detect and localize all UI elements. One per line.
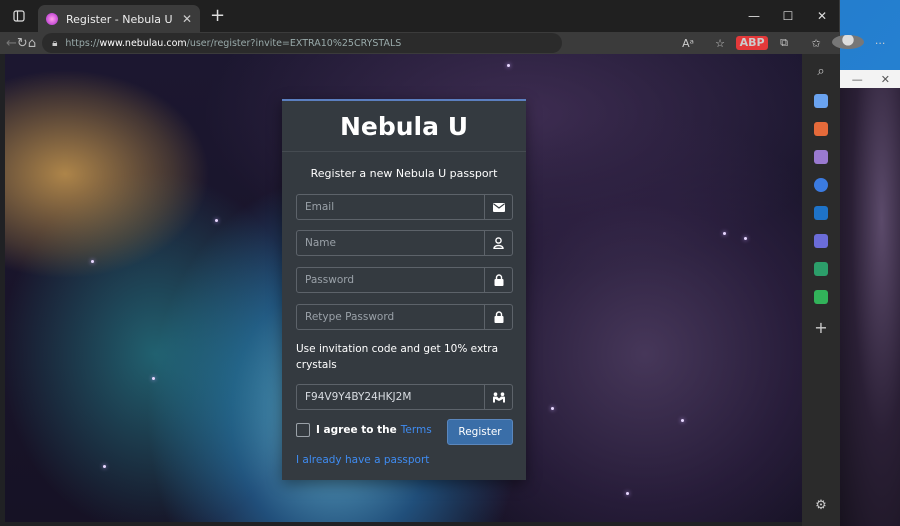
register-subtitle: Register a new Nebula U passport xyxy=(310,167,498,180)
agree-checkbox[interactable] xyxy=(296,423,310,437)
star-decoration xyxy=(723,232,726,235)
star-decoration xyxy=(103,465,106,468)
invite-description: Use invitation code and get 10% extra cr… xyxy=(296,343,499,371)
name-field xyxy=(296,230,513,256)
editor-icon[interactable] xyxy=(814,234,828,248)
read-aloud-icon[interactable]: A͏ᵃ xyxy=(672,37,704,50)
address-bar[interactable]: 🔒︎ https://www.nebulau.com/user/register… xyxy=(42,33,563,53)
agree-label: I agree to the xyxy=(316,424,397,436)
star-decoration xyxy=(551,407,554,410)
background-window-titlebar[interactable]: — ✕ xyxy=(839,70,900,88)
shopping-tag-icon[interactable] xyxy=(814,94,828,108)
retype-password-field xyxy=(296,304,513,330)
nebula-favicon-icon xyxy=(46,13,58,25)
lock-icon xyxy=(484,268,512,292)
add-sidebar-item-icon[interactable]: + xyxy=(802,318,840,337)
handshake-icon xyxy=(484,385,512,409)
back-icon[interactable]: ← xyxy=(6,36,17,51)
close-icon[interactable]: ✕ xyxy=(881,73,890,86)
star-decoration xyxy=(507,64,510,67)
address-toolbar: ← ↻ ⌂ 🔒︎ https://www.nebulau.com/user/re… xyxy=(0,32,885,54)
already-have-passport-link[interactable]: I already have a passport xyxy=(296,454,429,466)
minimize-icon[interactable]: — xyxy=(852,73,863,86)
people-icon[interactable] xyxy=(814,150,828,164)
invite-code-field xyxy=(296,384,513,410)
star-decoration xyxy=(626,492,629,495)
browser-window: Register - Nebula U ✕ + — ☐ ✕ ← ↻ ⌂ 🔒︎ h… xyxy=(0,0,885,526)
email-input[interactable] xyxy=(297,195,484,219)
window-controls: — ☐ ✕ xyxy=(737,0,839,32)
url-path: /user/register?invite=EXTRA10%25CRYSTALS xyxy=(186,37,402,49)
star-decoration xyxy=(681,419,684,422)
search-icon[interactable]: ⌕ xyxy=(802,64,840,79)
star-decoration xyxy=(744,237,747,240)
refresh-icon[interactable]: ↻ xyxy=(17,36,28,51)
url-prefix: https:// xyxy=(65,37,100,49)
adblock-icon[interactable]: ABP xyxy=(736,36,769,50)
home-icon[interactable]: ⌂ xyxy=(28,36,36,51)
settings-gear-icon[interactable]: ⚙ xyxy=(802,498,840,513)
name-input[interactable] xyxy=(297,231,484,255)
url-host: www.nebulau.com xyxy=(99,37,187,49)
favorite-star-icon[interactable]: ☆ xyxy=(704,37,736,50)
tools-briefcase-icon[interactable] xyxy=(814,122,828,136)
toolbar-icons: A͏ᵃ ☆ ABP ⧉ ✩ ··· xyxy=(672,34,896,52)
new-tab-icon[interactable]: + xyxy=(210,7,225,25)
copilot-icon[interactable] xyxy=(814,178,828,192)
tab-actions-icon[interactable] xyxy=(0,0,38,32)
extensions-icon[interactable]: ⧉ xyxy=(768,36,800,50)
user-icon xyxy=(484,231,512,255)
background-window-image xyxy=(839,88,900,526)
more-menu-icon[interactable]: ··· xyxy=(864,37,896,50)
site-title: Nebula U xyxy=(339,111,468,141)
password-field xyxy=(296,267,513,293)
star-decoration xyxy=(91,260,94,263)
lock-icon xyxy=(484,305,512,329)
close-tab-icon[interactable]: ✕ xyxy=(182,12,192,26)
star-decoration xyxy=(152,377,155,380)
maximize-icon[interactable]: ☐ xyxy=(771,0,805,32)
register-button[interactable]: Register xyxy=(447,419,513,445)
outlook-icon[interactable] xyxy=(814,206,828,220)
email-field xyxy=(296,194,513,220)
favorites-icon[interactable]: ✩ xyxy=(800,37,832,50)
retype-password-input[interactable] xyxy=(297,305,484,329)
card-header: Nebula U xyxy=(282,101,526,152)
edge-sidebar: ⌕ + ⚙ xyxy=(802,54,840,526)
star-decoration xyxy=(215,219,218,222)
terms-link[interactable]: Terms xyxy=(401,424,432,436)
tab-bar: Register - Nebula U ✕ + — ☐ ✕ xyxy=(0,0,839,34)
tab-register[interactable]: Register - Nebula U ✕ xyxy=(38,4,200,34)
agree-terms-row: I agree to the Terms xyxy=(296,423,432,437)
tab-title: Register - Nebula U xyxy=(66,12,173,26)
close-window-icon[interactable]: ✕ xyxy=(805,0,839,32)
password-input[interactable] xyxy=(297,268,484,292)
envelope-icon xyxy=(484,195,512,219)
invite-code-input[interactable] xyxy=(297,385,484,409)
background-window[interactable]: — ✕ xyxy=(838,70,900,526)
register-card: Nebula U Register a new Nebula U passpor… xyxy=(282,99,526,480)
profile-avatar[interactable] xyxy=(832,34,865,52)
minimize-icon[interactable]: — xyxy=(737,0,771,32)
drop-icon[interactable] xyxy=(814,262,828,276)
games-icon[interactable] xyxy=(814,290,828,304)
lock-icon[interactable]: 🔒︎ xyxy=(52,38,57,49)
